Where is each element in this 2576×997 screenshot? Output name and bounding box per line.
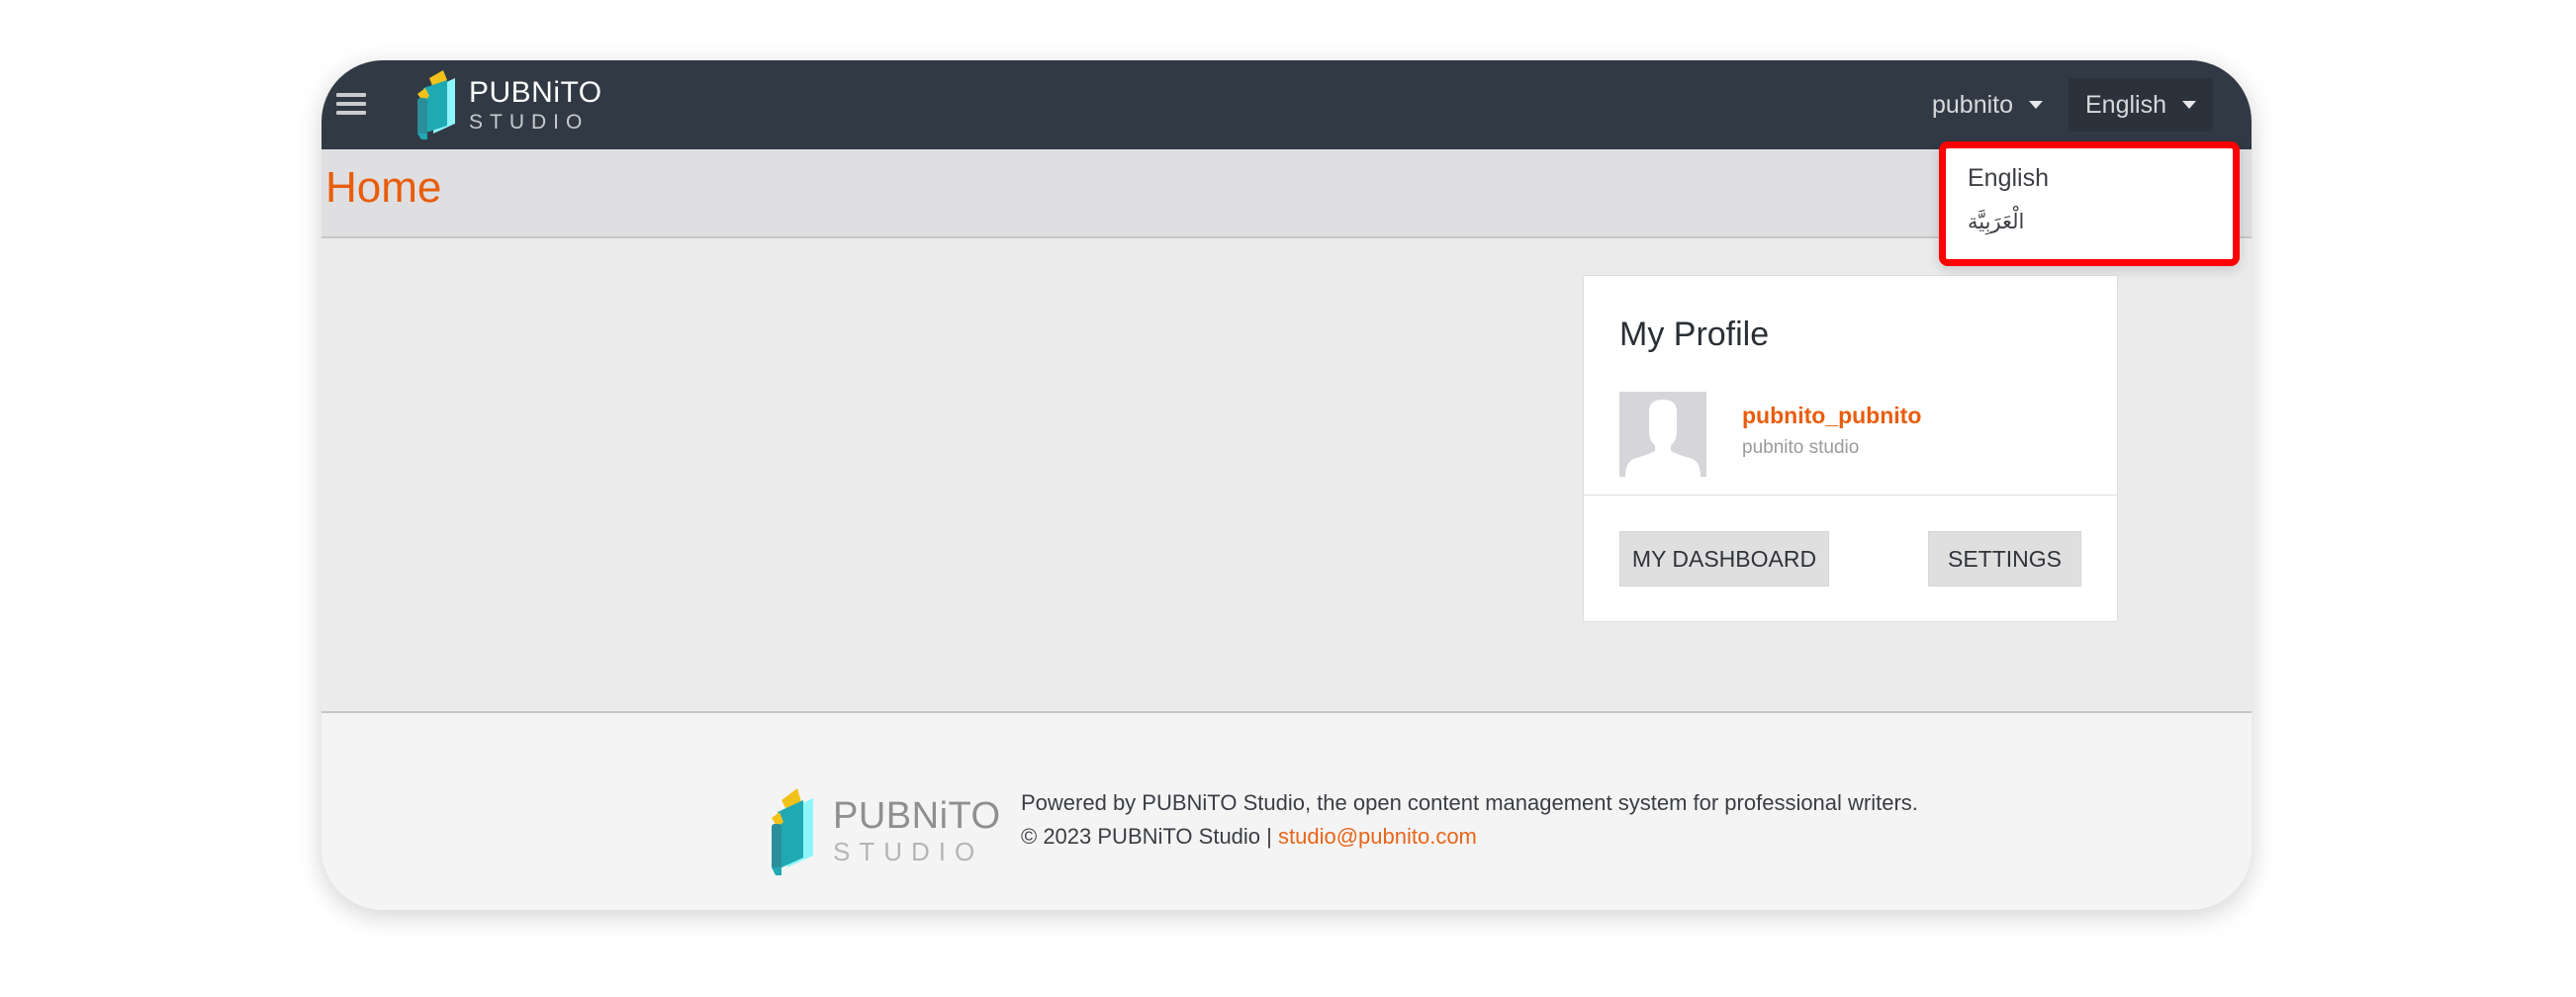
language-menu-toggle[interactable]: English bbox=[2069, 78, 2213, 132]
caret-down-icon bbox=[2182, 101, 2196, 109]
avatar bbox=[1619, 392, 1706, 477]
profile-card: My Profile pubnito_pubnito pubnito studi… bbox=[1583, 275, 2118, 622]
profile-username-link[interactable]: pubnito_pubnito bbox=[1742, 403, 1921, 429]
default-user-silhouette-icon bbox=[1625, 400, 1701, 477]
footer-brand-subtitle: STUDIO bbox=[833, 837, 984, 866]
caret-down-icon bbox=[2029, 101, 2044, 109]
footer-brand-name: PUBNiTO bbox=[833, 795, 1001, 837]
profile-card-heading: My Profile bbox=[1619, 316, 1770, 353]
user-menu-label: pubnito bbox=[1932, 90, 2014, 119]
my-dashboard-button[interactable]: MY DASHBOARD bbox=[1619, 531, 1829, 587]
brand-logo[interactable]: PUBNiTO STUDIO bbox=[415, 66, 602, 143]
contact-email-link[interactable]: studio@pubnito.com bbox=[1278, 824, 1477, 849]
book-pencil-logo-icon bbox=[417, 70, 455, 139]
hamburger-menu-icon[interactable] bbox=[336, 93, 366, 117]
language-option-arabic[interactable]: الْعَرَبِيَّة bbox=[1968, 210, 2024, 233]
book-pencil-logo-icon bbox=[772, 788, 813, 875]
page-title: Home bbox=[325, 163, 442, 212]
powered-by-text: Powered by PUBNiTO Studio, the open cont… bbox=[1021, 790, 1918, 815]
top-navbar: PUBNiTO STUDIO pubnito English bbox=[322, 60, 2252, 149]
main-content: My Profile pubnito_pubnito pubnito studi… bbox=[322, 238, 2252, 711]
footer-text: Powered by PUBNiTO Studio, the open cont… bbox=[1021, 786, 1918, 854]
language-option-english[interactable]: English bbox=[1968, 164, 2049, 193]
brand-name: PUBNiTO bbox=[469, 75, 602, 109]
settings-button[interactable]: SETTINGS bbox=[1928, 531, 2081, 587]
user-menu-toggle[interactable]: pubnito bbox=[1932, 60, 2044, 149]
language-dropdown-menu: English الْعَرَبِيَّة bbox=[1939, 141, 2240, 266]
footer: PUBNiTO STUDIO Powered by PUBNiTO Studio… bbox=[322, 711, 2252, 910]
profile-subtitle: pubnito studio bbox=[1742, 437, 1860, 458]
footer-logo: PUBNiTO STUDIO bbox=[770, 784, 1001, 877]
copyright-text: © 2023 PUBNiTO Studio | bbox=[1021, 824, 1278, 849]
card-divider bbox=[1584, 495, 2117, 496]
language-menu-label: English bbox=[2085, 90, 2166, 119]
copyright-line: © 2023 PUBNiTO Studio | studio@pubnito.c… bbox=[1021, 820, 1918, 854]
brand-subtitle: STUDIO bbox=[469, 110, 590, 134]
